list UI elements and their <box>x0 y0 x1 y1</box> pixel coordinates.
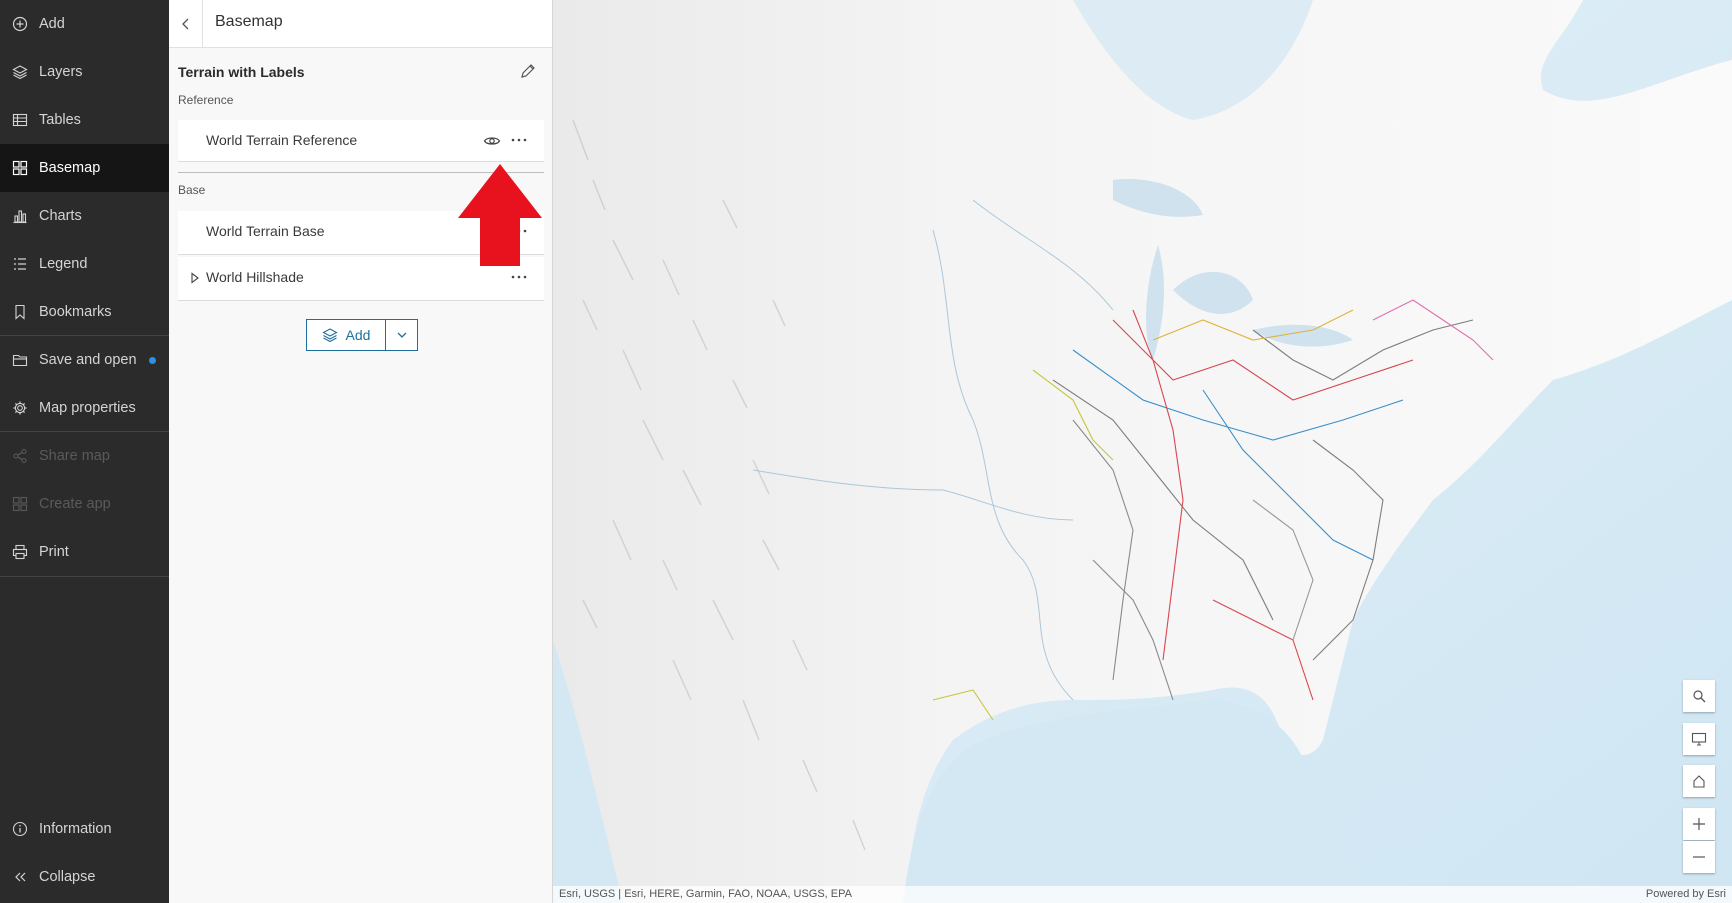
more-options-icon[interactable] <box>510 268 528 286</box>
nav-item-bookmarks[interactable]: Bookmarks <box>0 288 169 336</box>
pencil-icon <box>521 64 535 78</box>
powered-by-text[interactable]: Powered by Esri <box>1646 888 1726 900</box>
map-home-button[interactable] <box>1683 765 1715 797</box>
legend-icon <box>12 256 28 272</box>
bookmark-icon <box>12 304 28 320</box>
collapse-icon <box>12 869 28 885</box>
layer-name: World Terrain Base <box>206 223 325 239</box>
expand-triangle-icon[interactable] <box>190 271 200 284</box>
folder-icon <box>12 352 28 368</box>
app-nav: Add Layers Tables Basemap Charts Legend <box>0 0 169 903</box>
basemap-icon <box>12 160 28 176</box>
nav-item-label: Layers <box>39 64 83 80</box>
nav-item-save-and-open[interactable]: Save and open <box>0 336 169 384</box>
nav-item-create-app: Create app <box>0 480 169 528</box>
notification-dot <box>149 357 156 364</box>
chevron-down-icon <box>397 332 406 338</box>
zoom-in-button[interactable] <box>1683 808 1715 840</box>
attribution-text: Esri, USGS | Esri, HERE, Garmin, FAO, NO… <box>559 888 852 900</box>
nav-item-layers[interactable]: Layers <box>0 48 169 96</box>
nav-item-label: Map properties <box>39 400 136 416</box>
plus-circle-icon <box>12 16 28 32</box>
gear-icon <box>12 400 28 416</box>
apps-icon <box>12 496 28 512</box>
chart-icon <box>12 208 28 224</box>
nav-item-add[interactable]: Add <box>0 0 169 48</box>
nav-item-tables[interactable]: Tables <box>0 96 169 144</box>
zoom-out-button[interactable] <box>1683 841 1715 873</box>
nav-item-label: Legend <box>39 256 88 272</box>
panel-title: Basemap <box>215 13 283 30</box>
share-icon <box>12 448 28 464</box>
nav-item-map-properties[interactable]: Map properties <box>0 384 169 432</box>
nav-item-information[interactable]: Information <box>0 805 169 853</box>
nav-item-label: Create app <box>39 496 111 512</box>
nav-item-charts[interactable]: Charts <box>0 192 169 240</box>
nav-item-label: Tables <box>39 112 81 128</box>
nav-item-label: Collapse <box>39 869 96 885</box>
map-canvas <box>553 0 1732 903</box>
more-options-icon[interactable] <box>510 131 528 149</box>
nav-item-label: Save and open <box>39 352 137 368</box>
basemap-panel: Basemap Terrain with Labels Reference Wo… <box>169 0 553 903</box>
chevron-left-icon <box>181 18 188 29</box>
zoom-in-icon <box>1693 818 1705 830</box>
info-icon <box>12 821 28 837</box>
layers-icon <box>321 327 338 343</box>
map-search-button[interactable] <box>1683 680 1715 712</box>
nav-item-label: Basemap <box>39 160 101 176</box>
add-label: Add <box>345 327 371 343</box>
nav-item-legend[interactable]: Legend <box>0 240 169 288</box>
layer-name: World Hillshade <box>206 269 304 285</box>
print-icon <box>12 544 28 560</box>
map-view[interactable]: Esri, USGS | Esri, HERE, Garmin, FAO, NO… <box>553 0 1732 903</box>
edit-basemap-button[interactable] <box>519 62 537 80</box>
table-icon <box>12 112 28 128</box>
map-attribution-bar: Esri, USGS | Esri, HERE, Garmin, FAO, NO… <box>553 886 1732 903</box>
basemap-name: Terrain with Labels <box>178 64 305 80</box>
nav-item-label: Charts <box>39 208 82 224</box>
add-layer-split-button: Add <box>306 319 418 351</box>
nav-item-label: Bookmarks <box>39 304 112 320</box>
screen-icon <box>1691 732 1707 746</box>
home-icon <box>1693 775 1705 788</box>
red-arrow-annotation <box>458 164 542 266</box>
search-icon <box>1693 690 1706 703</box>
nav-item-label: Print <box>39 544 69 560</box>
nav-item-share-map: Share map <box>0 432 169 480</box>
nav-item-basemap[interactable]: Basemap <box>0 144 169 192</box>
nav-divider <box>0 576 169 577</box>
zoom-out-icon <box>1693 856 1705 858</box>
visibility-eye-icon[interactable] <box>483 133 501 149</box>
map-fullscreen-button[interactable] <box>1683 723 1715 755</box>
add-layer-button[interactable]: Add <box>306 319 386 351</box>
back-button[interactable] <box>169 0 203 47</box>
layer-name: World Terrain Reference <box>206 132 358 148</box>
reference-group-label: Reference <box>178 93 234 107</box>
nav-item-label: Share map <box>39 448 110 464</box>
layers-icon <box>12 64 28 80</box>
base-group-label: Base <box>178 183 206 197</box>
layer-row-world-terrain-reference[interactable]: World Terrain Reference <box>178 120 544 162</box>
nav-item-collapse[interactable]: Collapse <box>0 853 169 901</box>
add-dropdown-button[interactable] <box>386 319 418 351</box>
nav-item-print[interactable]: Print <box>0 528 169 576</box>
nav-item-label: Add <box>39 16 65 32</box>
nav-item-label: Information <box>39 821 112 837</box>
panel-header: Basemap <box>169 0 552 48</box>
